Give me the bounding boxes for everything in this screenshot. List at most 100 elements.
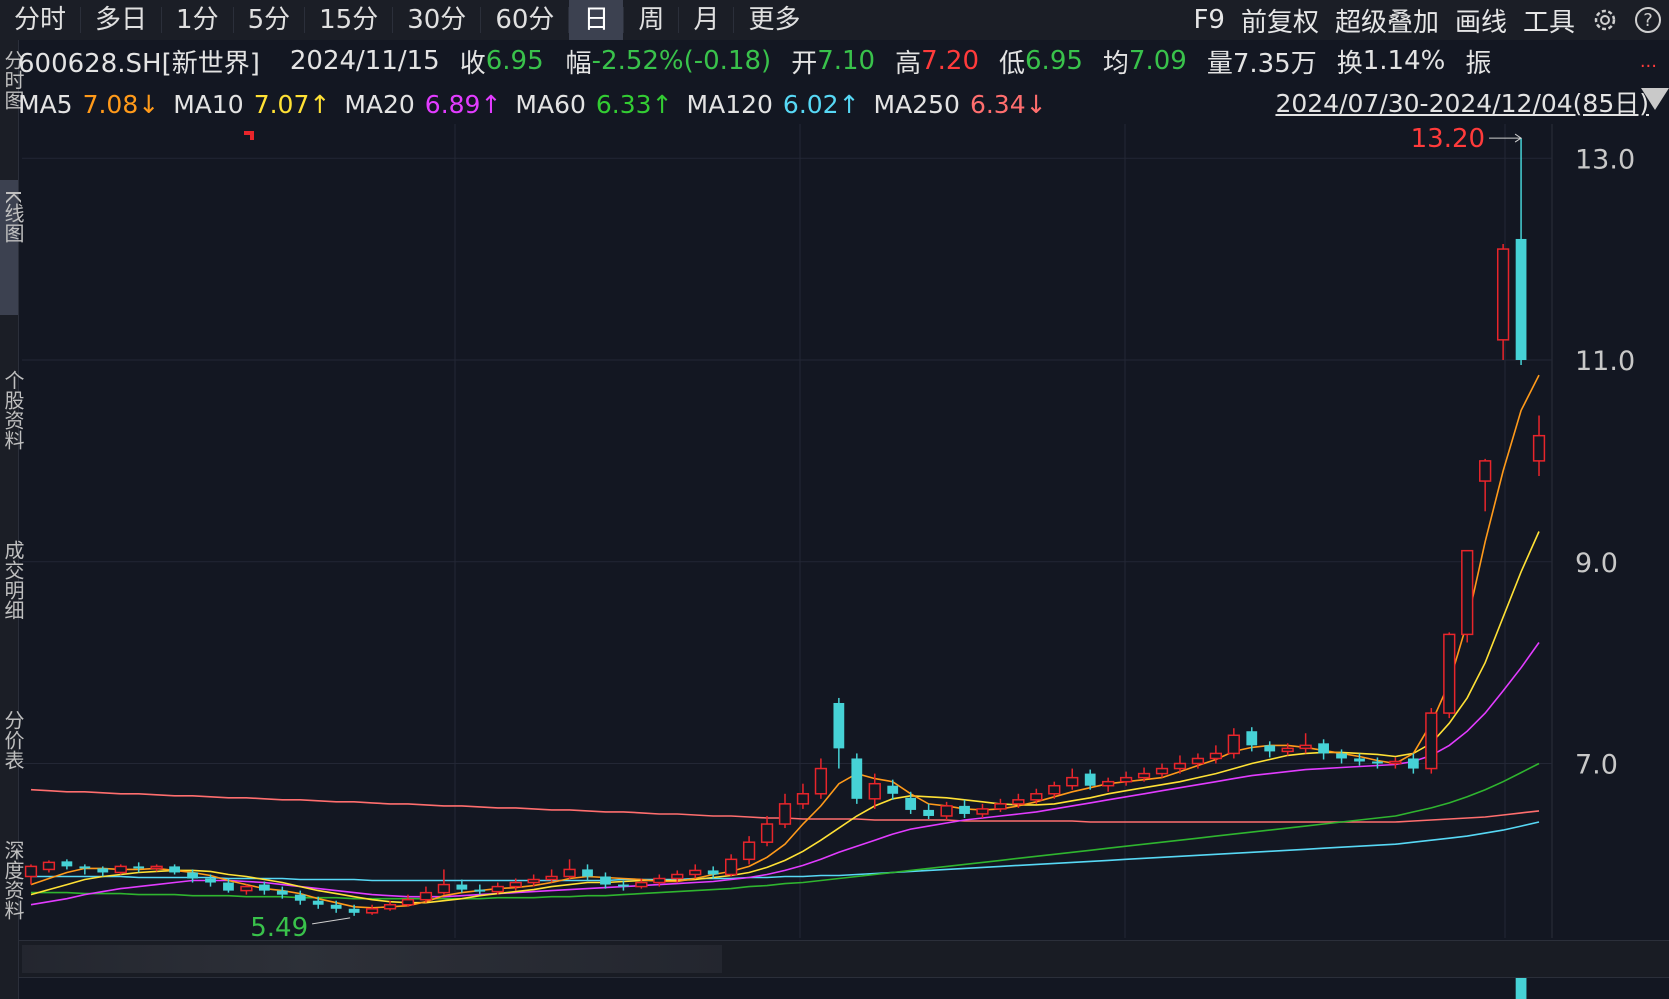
y-tick-label: 9.0 (1575, 548, 1618, 579)
candle-body-up (760, 823, 774, 843)
candle-body-up (240, 885, 253, 892)
open-value: 7.10 (817, 46, 876, 76)
candle-body-down (223, 882, 234, 891)
candle-body-up (653, 877, 666, 884)
low-value: 6.95 (1025, 46, 1083, 76)
ma120-line (31, 821, 1540, 882)
ma250-value: 6.34↓ (969, 89, 1047, 119)
ma20-line (30, 642, 1540, 906)
y-tick-label: 13.0 (1575, 144, 1635, 175)
stock-code: 600628.SH[新世界] (18, 48, 260, 79)
tab-monthly[interactable]: 月 (679, 0, 733, 40)
candle-body-down (1084, 773, 1096, 786)
ma60-value: 6.33↑ (595, 89, 673, 119)
candle-body-up (545, 875, 558, 881)
candle-body-up (814, 767, 828, 795)
candle-body-down (707, 870, 719, 875)
candle-body-down (887, 785, 899, 794)
tab-1min[interactable]: 1分 (162, 0, 233, 40)
kline-chart[interactable]: 13.0 11.0 9.0 7.0 13.20 5.49 (0, 0, 1669, 999)
forward-adjust-button[interactable]: 前复权 (1233, 2, 1327, 39)
ma10-line (30, 531, 1540, 904)
candle-body-up (150, 865, 163, 870)
candle-body-up (1119, 776, 1133, 783)
tab-weekly[interactable]: 周 (624, 0, 678, 40)
low-price-label: 5.49 (250, 913, 308, 943)
ma250-label: MA250 (873, 89, 960, 119)
tab-30min[interactable]: 30分 (393, 0, 480, 40)
candle-body-down (474, 889, 486, 892)
candle-body-down (1354, 758, 1365, 762)
close-label: 收 (459, 48, 486, 79)
candle-body-up (1496, 248, 1510, 341)
candle-body-up (1137, 772, 1151, 779)
candle-body-down (294, 894, 306, 901)
candle-body-up (671, 873, 684, 880)
y-tick-label: 7.0 (1575, 750, 1618, 781)
candle-body-down (1515, 238, 1527, 361)
candle-body-up (509, 881, 522, 888)
candle-body-up (1532, 434, 1546, 462)
candle-body-down (330, 904, 342, 909)
volume-label: 量 (1206, 48, 1233, 79)
candle-body-up (796, 793, 810, 805)
volume-panel-label-blurred (22, 945, 722, 973)
candle-body-up (1191, 757, 1205, 765)
ma20-label: MA20 (344, 89, 415, 119)
candle-body-up (1030, 793, 1043, 801)
candle-body-up (1012, 799, 1025, 805)
tab-more[interactable]: 更多 (734, 0, 814, 40)
candle-body-up (689, 869, 702, 876)
left-sidebar: 分时图 K线图 个股资料 成交明细 分价表 深度资料 (0, 40, 25, 999)
quote-info-line: 600628.SH[新世界] 2024/11/15 收 6.95 幅 -2.52… (0, 40, 1669, 82)
candle-body-up (437, 883, 451, 894)
ma10-label: MA10 (173, 89, 244, 119)
avg-label: 均 (1102, 48, 1129, 79)
period-toolbar: 分时 多日 1分 5分 15分 30分 60分 日 周 月 更多 F9 前复权 … (0, 0, 1669, 40)
candle-body-down (1264, 745, 1276, 752)
candle-body-up (401, 898, 415, 906)
sidebar-item-depth[interactable]: 深度资料 (0, 840, 28, 920)
ma5-value: 7.08↓ (82, 89, 160, 119)
sidebar-item-kline[interactable]: K线图 (0, 190, 28, 243)
dropdown-triangle-icon[interactable] (1641, 88, 1669, 110)
tab-timeshare[interactable]: 分时 (0, 0, 80, 40)
candle-body-down (618, 884, 629, 887)
candle-body-down (133, 866, 145, 869)
candle-body-up (419, 891, 433, 901)
candle-body-up (1209, 752, 1223, 760)
candle-body-up (1443, 633, 1456, 714)
candle-body-down (61, 861, 73, 867)
candle-body-up (778, 803, 792, 825)
ma10-value: 7.07↑ (253, 89, 331, 119)
candle-body-down (959, 805, 970, 814)
candle-body-up (1227, 734, 1240, 755)
sidebar-item-price-table[interactable]: 分价表 (0, 710, 28, 770)
high-price-label: 13.20 (1411, 124, 1485, 154)
candle-body-down (1336, 753, 1347, 759)
candle-body-down (582, 869, 593, 877)
candle-body-down (905, 797, 917, 810)
candle-body-down (258, 884, 270, 891)
candle-body-down (923, 809, 935, 816)
draw-line-button[interactable]: 画线 (1447, 2, 1515, 39)
amplitude-label: 振 (1465, 48, 1492, 79)
tab-daily[interactable]: 日 (569, 0, 624, 40)
tab-15min[interactable]: 15分 (305, 0, 392, 40)
candle-body-down (1372, 761, 1383, 764)
sidebar-item-trades[interactable]: 成交明细 (0, 540, 28, 620)
help-icon[interactable]: ? (1635, 7, 1661, 33)
more-info-button[interactable]: ... (1640, 51, 1657, 72)
candle-body-down (456, 884, 468, 890)
f9-button[interactable]: F9 (1185, 5, 1233, 35)
tab-60min[interactable]: 60分 (481, 0, 568, 40)
super-overlay-button[interactable]: 超级叠加 (1327, 2, 1447, 39)
tools-button[interactable]: 工具 (1515, 2, 1583, 39)
tab-multi-day[interactable]: 多日 (81, 0, 161, 40)
ma5-label: MA5 (18, 89, 73, 119)
sidebar-item-profile[interactable]: 个股资料 (0, 370, 28, 450)
gear-icon[interactable] (1591, 6, 1619, 34)
tab-5min[interactable]: 5分 (234, 0, 305, 40)
change-label: 幅 (565, 48, 592, 79)
date-range-selector[interactable]: 2024/07/30-2024/12/04(85日) (1275, 84, 1649, 124)
